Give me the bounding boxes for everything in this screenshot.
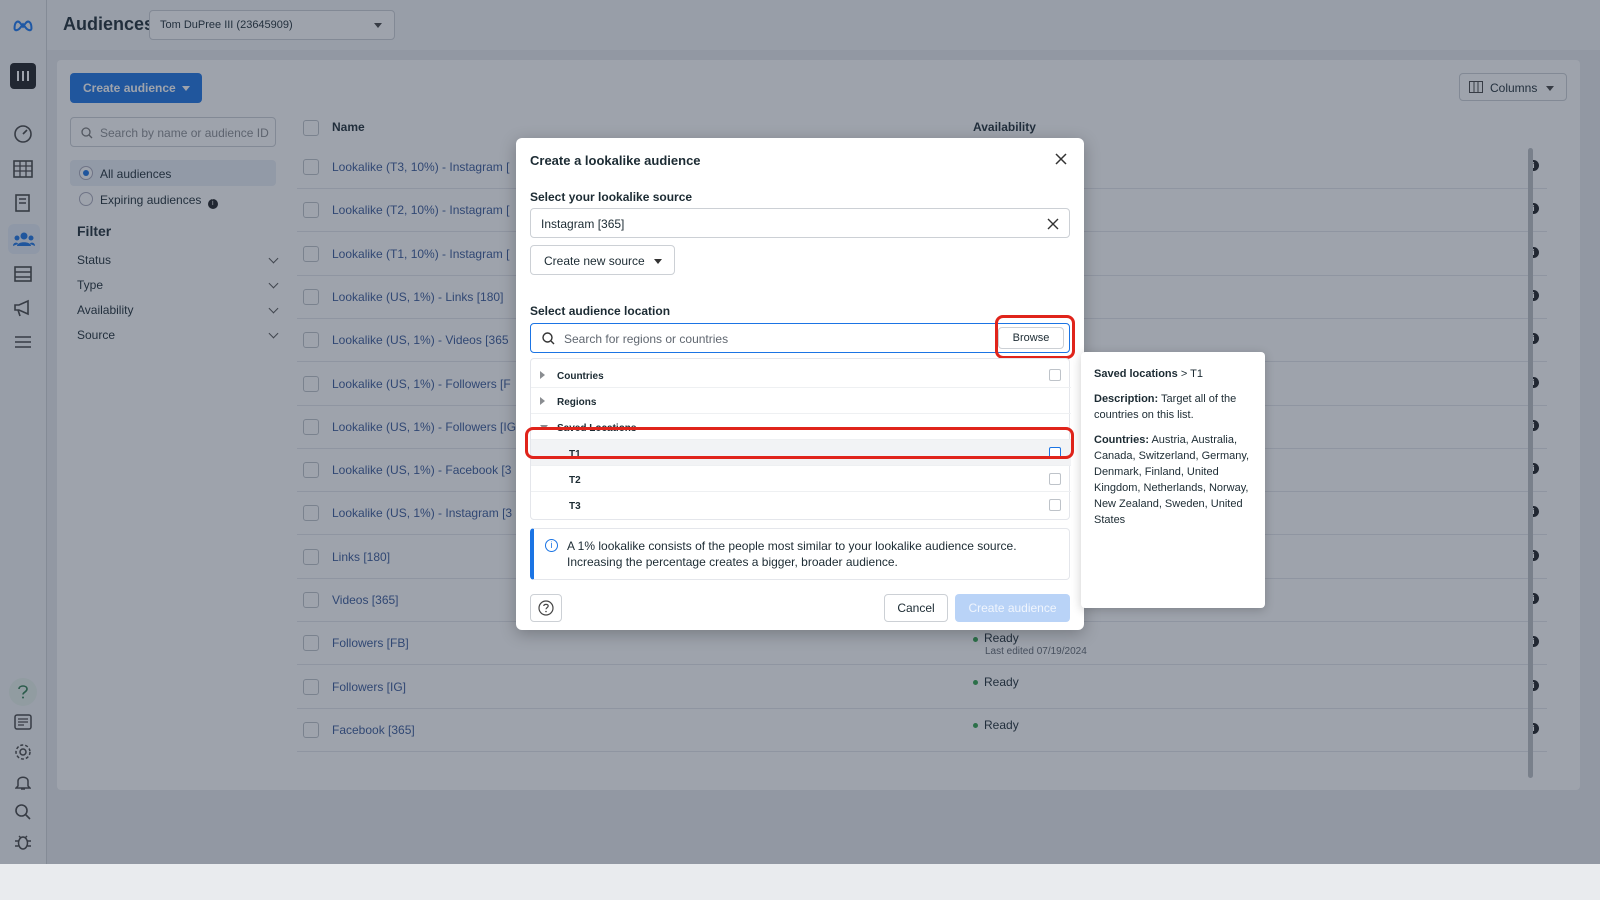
cancel-button[interactable]: Cancel (884, 594, 948, 622)
location-label: Countries (557, 371, 604, 382)
lookalike-modal: Create a lookalike audience Select your … (516, 138, 1084, 630)
question-circle-icon (538, 600, 554, 616)
close-icon[interactable] (1054, 152, 1070, 168)
tooltip-countries-label: Countries: (1094, 434, 1149, 446)
help-button[interactable] (530, 594, 562, 622)
info-icon: i (545, 539, 558, 552)
saved-location-t3[interactable]: T3 (531, 492, 1071, 518)
create-audience-submit-button[interactable]: Create audience (955, 594, 1070, 622)
caret-down-icon (654, 259, 662, 264)
location-label: T3 (569, 501, 581, 512)
location-details-tooltip: Saved locations > T1 Description: Target… (1081, 352, 1265, 608)
create-new-source-button[interactable]: Create new source (530, 245, 675, 275)
location-search-input[interactable]: Search for regions or countries Browse (530, 323, 1070, 353)
lookalike-info-banner: i A 1% lookalike consists of the people … (530, 528, 1070, 580)
tooltip-description-label: Description: (1094, 393, 1159, 405)
expand-arrow-icon[interactable] (540, 371, 545, 379)
bottom-strip (0, 864, 1600, 900)
saved-location-t2[interactable]: T2 (531, 466, 1071, 492)
new-source-label: Create new source (544, 254, 645, 268)
location-checkbox[interactable] (1049, 369, 1061, 381)
tooltip-path-label: Saved locations (1094, 368, 1178, 380)
location-label: T2 (569, 475, 581, 486)
lookalike-source-field[interactable]: Instagram [365] (530, 208, 1070, 238)
tooltip-countries-value: Austria, Australia, Canada, Switzerland,… (1094, 434, 1250, 526)
tooltip-countries: Countries: Austria, Australia, Canada, S… (1094, 432, 1252, 528)
modal-title: Create a lookalike audience (530, 153, 701, 168)
clear-icon[interactable] (1047, 218, 1059, 230)
search-icon (542, 332, 555, 345)
source-value: Instagram [365] (541, 217, 625, 231)
location-label: Regions (557, 397, 597, 408)
location-group-countries[interactable]: Countries (531, 362, 1071, 388)
source-label: Select your lookalike source (530, 190, 693, 204)
location-placeholder: Search for regions or countries (564, 332, 729, 346)
location-checkbox[interactable] (1049, 473, 1061, 485)
location-label: Select audience location (530, 304, 671, 318)
tooltip-path-sep: > (1177, 368, 1191, 380)
location-group-regions[interactable]: Regions (531, 388, 1071, 414)
expand-arrow-icon[interactable] (540, 397, 545, 405)
tooltip-path: Saved locations > T1 (1094, 366, 1252, 382)
info-text: A 1% lookalike consists of the people mo… (567, 539, 1017, 569)
tooltip-path-value: T1 (1190, 368, 1203, 380)
highlight-ring-browse (995, 315, 1075, 359)
highlight-ring-t1 (525, 427, 1074, 459)
tooltip-description: Description: Target all of the countries… (1094, 391, 1252, 423)
location-checkbox[interactable] (1049, 499, 1061, 511)
